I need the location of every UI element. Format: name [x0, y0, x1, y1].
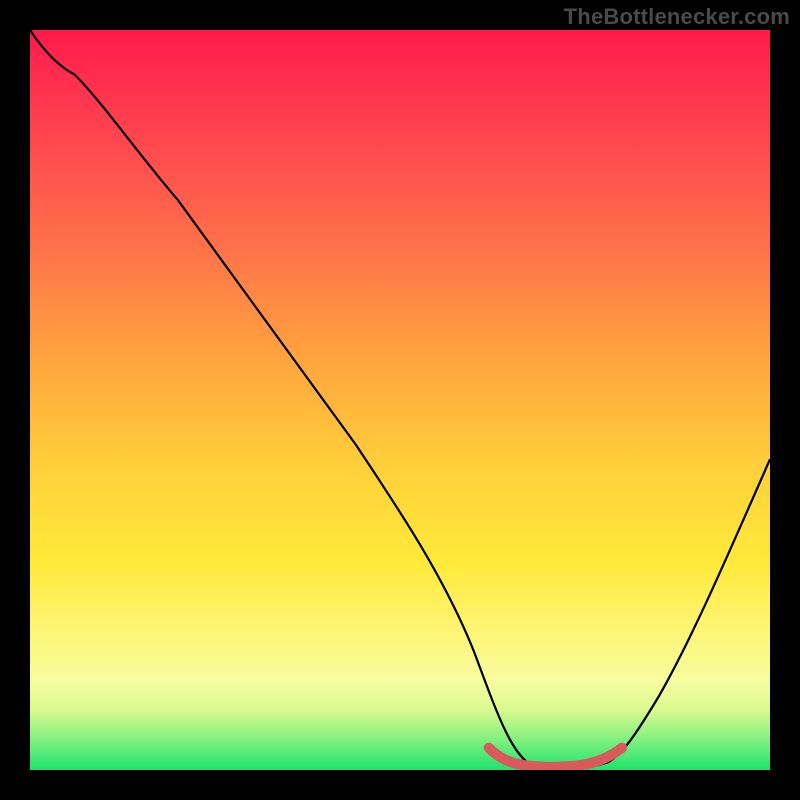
highlight-segment [489, 748, 622, 767]
bottleneck-curve [30, 30, 770, 769]
chart-frame: TheBottlenecker.com [0, 0, 800, 800]
watermark-text: TheBottlenecker.com [564, 4, 790, 30]
curve-layer [30, 30, 770, 770]
plot-area [30, 30, 770, 770]
